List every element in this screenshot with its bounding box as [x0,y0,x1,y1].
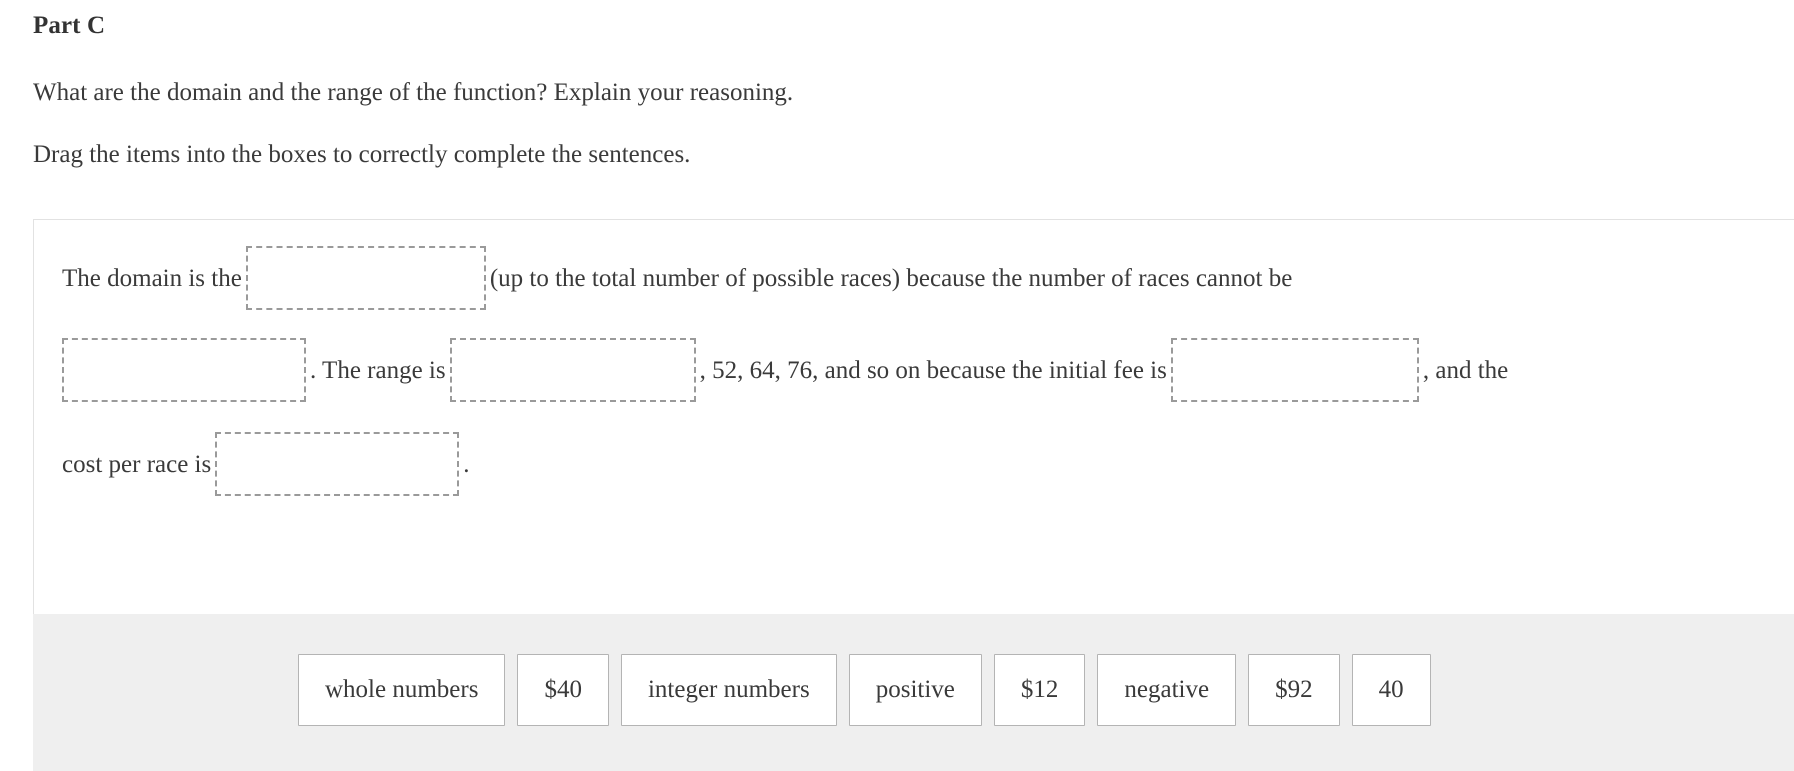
line1-text-after: (up to the total number of possible race… [489,264,1293,292]
answer-panel: The domain is the (up to the total numbe… [33,219,1794,771]
line2-text-after-3: , and the [1422,356,1509,384]
drag-item[interactable]: positive [848,654,982,726]
question-prompt: What are the domain and the range of the… [33,79,794,106]
instruction-text: Drag the items into the boxes to correct… [33,141,691,168]
drag-item[interactable]: $40 [517,654,609,726]
question-page: Part C What are the domain and the range… [0,0,1794,771]
dropzone-range-start-blank[interactable] [449,338,696,402]
dropzone-cost-per-race-blank[interactable] [215,432,460,496]
drag-item[interactable]: whole numbers [298,654,506,726]
drag-item[interactable]: integer numbers [620,654,837,726]
dropzone-domain-blank[interactable] [245,246,486,310]
drag-item-tray: whole numbers $40 integer numbers positi… [33,614,1794,771]
sentence-line-1: The domain is the (up to the total numbe… [62,246,1292,310]
sentence-area: The domain is the (up to the total numbe… [34,220,1794,614]
sentence-line-3: cost per race is . [62,432,469,496]
drag-item[interactable]: $92 [1248,654,1340,726]
drag-item-list: whole numbers $40 integer numbers positi… [298,654,1431,726]
dropzone-initial-fee-blank[interactable] [1170,338,1419,402]
drag-item[interactable]: $12 [993,654,1086,726]
page-title: Part C [33,12,106,39]
drag-item[interactable]: negative [1097,654,1237,726]
line2-text-after-2: , 52, 64, 76, and so on because the init… [699,356,1167,384]
sentence-line-2: . The range is , 52, 64, 76, and so on b… [62,338,1508,402]
line3-text-after: . [463,450,470,478]
line1-text-before: The domain is the [62,264,242,292]
dropzone-cannot-be-blank[interactable] [62,338,306,402]
drag-item[interactable]: 40 [1351,654,1431,726]
line2-text-after-1: . The range is [310,356,446,384]
line3-text-before: cost per race is [62,450,212,478]
